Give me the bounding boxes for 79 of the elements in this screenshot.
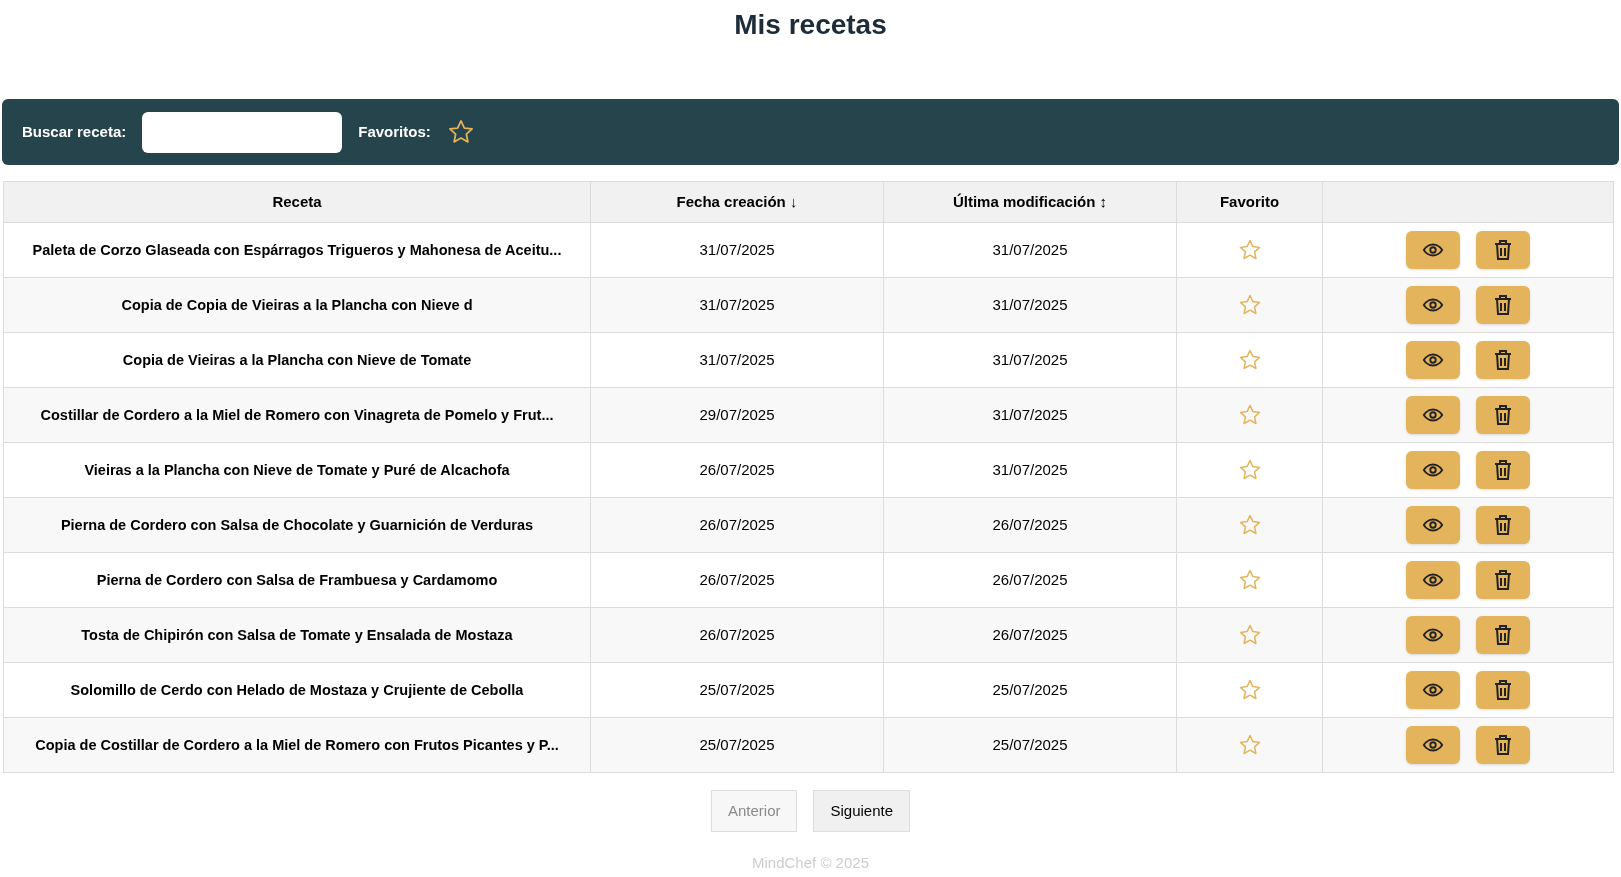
star-icon[interactable]	[1237, 678, 1262, 702]
column-header[interactable]: Receta	[272, 192, 322, 210]
view-button[interactable]	[1406, 616, 1460, 654]
delete-button[interactable]	[1476, 451, 1530, 489]
creation-date: 29/07/2025	[699, 405, 775, 423]
recipe-name: Solomillo de Cerdo con Helado de Mostaza y Crujiente de Cebolla	[70, 681, 524, 698]
delete-button[interactable]	[1476, 396, 1530, 434]
page-title: Mis recetas	[733, 8, 888, 42]
recipe-name: Costillar de Cordero a la Miel de Romero con Vinagreta de Pomelo y Frut...	[40, 406, 554, 423]
trash-icon	[1493, 679, 1513, 701]
modified-date: 26/07/2025	[992, 570, 1068, 588]
creation-date: 25/07/2025	[699, 735, 775, 753]
view-button[interactable]	[1406, 726, 1460, 764]
recipe-name: Copia de Copia de Vieiras a la Plancha con Nieve d	[121, 296, 473, 313]
modified-date: 31/07/2025	[992, 295, 1068, 313]
favorites-label: Favoritos:	[358, 121, 431, 142]
view-button[interactable]	[1406, 561, 1460, 599]
modified-date: 25/07/2025	[992, 680, 1068, 698]
recipe-name: Copia de Costillar de Cordero a la Miel de Romero con Frutos Picantes y P...	[35, 736, 559, 753]
view-button[interactable]	[1406, 671, 1460, 709]
trash-icon	[1493, 569, 1513, 591]
recipe-name: Tosta de Chipirón con Salsa de Tomate y Ensalada de Mostaza	[81, 626, 513, 643]
star-icon[interactable]	[446, 118, 475, 146]
recipe-name: Paleta de Corzo Glaseada con Espárragos Trigueros y Mahonesa de Aceitu...	[32, 241, 562, 258]
star-icon[interactable]	[1237, 458, 1262, 482]
delete-button[interactable]	[1476, 726, 1530, 764]
modified-date: 31/07/2025	[992, 350, 1068, 368]
view-button[interactable]	[1406, 451, 1460, 489]
modified-date: 31/07/2025	[992, 460, 1068, 478]
view-button[interactable]	[1406, 286, 1460, 324]
delete-button[interactable]	[1476, 341, 1530, 379]
star-icon[interactable]	[1237, 238, 1262, 262]
star-icon[interactable]	[1237, 348, 1262, 372]
search-field[interactable]	[142, 111, 343, 153]
modified-date: 31/07/2025	[992, 405, 1068, 423]
trash-icon	[1493, 734, 1513, 756]
column-header[interactable]: Fecha creación ↓	[676, 192, 798, 210]
recipe-name: Vieiras a la Plancha con Nieve de Tomate y Puré de Alcachofa	[84, 461, 510, 478]
modified-date: 26/07/2025	[992, 625, 1068, 643]
recipe-name: Pierna de Cordero con Salsa de Frambuesa y Cardamomo	[96, 571, 498, 588]
modified-date: 31/07/2025	[992, 240, 1068, 258]
trash-icon	[1493, 349, 1513, 371]
creation-date: 25/07/2025	[699, 680, 775, 698]
star-icon[interactable]	[1237, 513, 1262, 537]
column-header[interactable]: Favorito	[1219, 192, 1280, 210]
view-button[interactable]	[1406, 506, 1460, 544]
star-icon[interactable]	[1237, 733, 1262, 757]
delete-button[interactable]	[1476, 506, 1530, 544]
creation-date: 26/07/2025	[699, 625, 775, 643]
modified-date: 26/07/2025	[992, 515, 1068, 533]
creation-date: 31/07/2025	[699, 240, 775, 258]
star-icon[interactable]	[1237, 568, 1262, 592]
view-button[interactable]	[1406, 231, 1460, 269]
creation-date: 26/07/2025	[699, 570, 775, 588]
trash-icon	[1493, 294, 1513, 316]
delete-button[interactable]	[1476, 286, 1530, 324]
trash-icon	[1493, 404, 1513, 426]
recipe-name: Pierna de Cordero con Salsa de Chocolate y Guarnición de Verduras	[60, 516, 534, 533]
star-icon[interactable]	[1237, 293, 1262, 317]
trash-icon	[1493, 239, 1513, 261]
creation-date: 31/07/2025	[699, 350, 775, 368]
trash-icon	[1493, 514, 1513, 536]
recipe-name: Copia de Vieiras a la Plancha con Nieve de Tomate	[122, 351, 472, 368]
delete-button[interactable]	[1476, 561, 1530, 599]
view-button[interactable]	[1406, 396, 1460, 434]
star-icon[interactable]	[1237, 623, 1262, 647]
delete-button[interactable]	[1476, 231, 1530, 269]
creation-date: 31/07/2025	[699, 295, 775, 313]
trash-icon	[1493, 624, 1513, 646]
trash-icon	[1493, 459, 1513, 481]
search-label: Buscar receta:	[22, 121, 127, 142]
delete-button[interactable]	[1476, 616, 1530, 654]
creation-date: 26/07/2025	[699, 460, 775, 478]
pagination-button[interactable]: Siguiente	[813, 790, 911, 832]
star-icon[interactable]	[1237, 403, 1262, 427]
creation-date: 26/07/2025	[699, 515, 775, 533]
view-button[interactable]	[1406, 341, 1460, 379]
modified-date: 25/07/2025	[992, 735, 1068, 753]
delete-button[interactable]	[1476, 671, 1530, 709]
